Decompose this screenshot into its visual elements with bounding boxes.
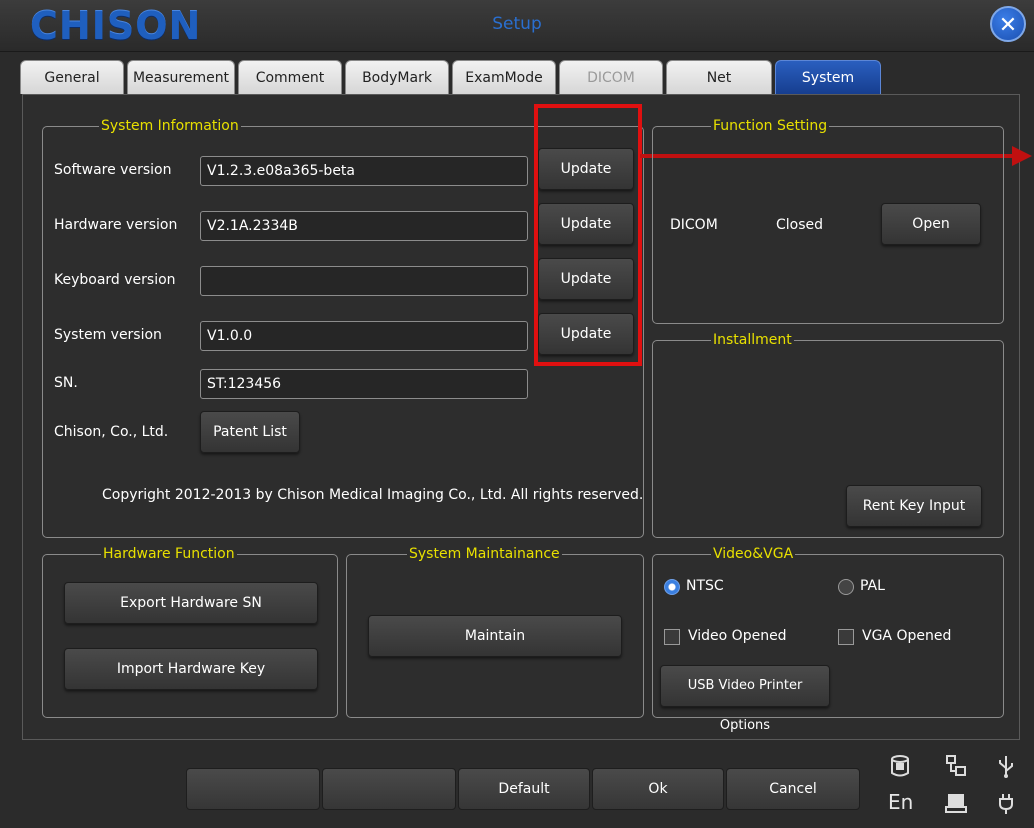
bottom-button-blank-1[interactable] bbox=[186, 768, 320, 810]
copyright-text: Copyright 2012-2013 by Chison Medical Im… bbox=[102, 487, 644, 503]
dicom-label: DICOM bbox=[670, 217, 718, 233]
printer-icon bbox=[944, 792, 968, 816]
keyboard-version-field bbox=[200, 266, 528, 296]
tab-system[interactable]: System bbox=[775, 60, 881, 94]
ntsc-label: NTSC bbox=[686, 578, 724, 594]
group-legend: Installment bbox=[711, 331, 794, 349]
tab-comment[interactable]: Comment bbox=[238, 60, 342, 94]
cancel-button[interactable]: Cancel bbox=[726, 768, 860, 810]
rent-key-input-button[interactable]: Rent Key Input bbox=[846, 485, 982, 527]
hardware-version-label: Hardware version bbox=[54, 217, 178, 233]
pal-radio[interactable] bbox=[838, 579, 854, 595]
plug-icon bbox=[994, 792, 1018, 816]
vga-opened-label: VGA Opened bbox=[862, 628, 952, 644]
video-opened-checkbox[interactable] bbox=[664, 629, 680, 645]
ntsc-radio[interactable] bbox=[664, 579, 680, 595]
vga-opened-checkbox[interactable] bbox=[838, 629, 854, 645]
ok-button[interactable]: Ok bbox=[592, 768, 724, 810]
usb-video-printer-options-button[interactable]: USB Video Printer Options bbox=[660, 665, 830, 733]
system-version-label: System version bbox=[54, 327, 162, 343]
patent-list-button[interactable]: Patent List bbox=[200, 411, 300, 453]
database-icon bbox=[888, 754, 912, 778]
export-hardware-sn-button[interactable]: Export Hardware SN bbox=[64, 582, 318, 624]
tab-dicom: DICOM bbox=[559, 60, 663, 94]
dicom-status: Closed bbox=[776, 217, 824, 233]
software-version-field: V1.2.3.e08a365-beta bbox=[200, 156, 528, 186]
software-version-label: Software version bbox=[54, 162, 172, 178]
close-icon: ✕ bbox=[998, 13, 1018, 38]
tab-general[interactable]: General bbox=[20, 60, 124, 94]
keyboard-version-label: Keyboard version bbox=[54, 272, 176, 288]
hardware-function-group: Hardware Function bbox=[42, 545, 338, 718]
group-legend: System Information bbox=[99, 117, 241, 135]
default-button[interactable]: Default bbox=[458, 768, 590, 810]
tab-measurement[interactable]: Measurement bbox=[127, 60, 235, 94]
system-version-field: V1.0.0 bbox=[200, 321, 528, 351]
window-title: Setup bbox=[492, 14, 542, 34]
group-legend: Function Setting bbox=[711, 117, 830, 135]
highlight-box bbox=[534, 104, 642, 366]
group-legend: System Maintainance bbox=[407, 545, 562, 563]
arrow-head-icon bbox=[1012, 146, 1032, 166]
group-legend: Hardware Function bbox=[101, 545, 237, 563]
close-button[interactable]: ✕ bbox=[990, 6, 1026, 42]
dicom-open-button[interactable]: Open bbox=[881, 203, 981, 245]
network-icon bbox=[944, 754, 968, 778]
usb-icon bbox=[994, 754, 1018, 778]
video-opened-label: Video Opened bbox=[688, 628, 787, 644]
pal-label: PAL bbox=[860, 578, 885, 594]
sn-label: SN. bbox=[54, 375, 78, 391]
language-indicator[interactable]: En bbox=[888, 790, 913, 814]
import-hardware-key-button[interactable]: Import Hardware Key bbox=[64, 648, 318, 690]
tab-bar: General Measurement Comment BodyMark Exa… bbox=[20, 60, 1020, 94]
title-bar: CHISON Setup ✕ bbox=[0, 0, 1034, 52]
group-legend: Video&VGA bbox=[711, 545, 796, 563]
tab-net[interactable]: Net bbox=[666, 60, 772, 94]
bottom-button-blank-2[interactable] bbox=[322, 768, 456, 810]
tab-bodymark[interactable]: BodyMark bbox=[345, 60, 449, 94]
tab-exammode[interactable]: ExamMode bbox=[452, 60, 556, 94]
sn-field: ST:123456 bbox=[200, 369, 528, 399]
company-label: Chison, Co., Ltd. bbox=[54, 424, 169, 440]
maintain-button[interactable]: Maintain bbox=[368, 615, 622, 657]
hardware-version-field: V2.1A.2334B bbox=[200, 211, 528, 241]
